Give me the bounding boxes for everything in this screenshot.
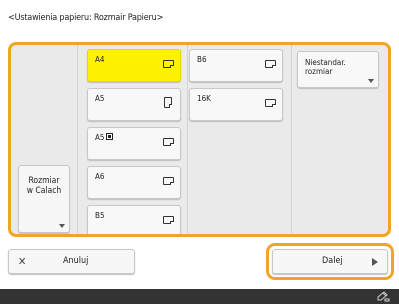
status-bar (0, 289, 399, 304)
paper-size-label: A6 (95, 172, 105, 181)
menu-indicator-icon (368, 79, 374, 83)
close-icon: ✕ (18, 255, 27, 268)
landscape-paper-icon (163, 60, 174, 68)
arrow-right-icon (372, 258, 378, 266)
next-button[interactable]: Dalej (272, 249, 388, 274)
landscape-paper-icon (265, 99, 276, 107)
paper-size-label: B5 (95, 211, 105, 220)
paper-size-a5-portrait-button[interactable]: A5 (87, 88, 181, 121)
inch-size-label: Rozmiar w Calach (26, 176, 62, 196)
column-divider (77, 45, 78, 234)
paper-size-b6-button[interactable]: B6 (189, 49, 283, 82)
paper-size-label: A5 (95, 94, 105, 103)
landscape-paper-icon (163, 216, 174, 224)
landscape-paper-icon (163, 177, 174, 185)
paper-size-label: 16K (197, 94, 211, 103)
pencil-icon[interactable] (376, 291, 390, 302)
landscape-paper-icon (265, 60, 276, 68)
paper-size-panel: Rozmiar w Calach A4 A5 A5 A6 B5 B6 16K N… (8, 42, 391, 237)
next-label: Dalej (322, 256, 343, 266)
menu-indicator-icon (59, 224, 65, 228)
cancel-label: Anuluj (63, 256, 89, 266)
paper-size-a5-landscape-button[interactable]: A5 (87, 127, 181, 160)
paper-size-b5-button[interactable]: B5 (87, 205, 181, 234)
paper-size-16k-button[interactable]: 16K (189, 88, 283, 121)
paper-size-a6-button[interactable]: A6 (87, 166, 181, 199)
paper-size-label: A5 (95, 133, 113, 142)
column-divider (291, 45, 292, 234)
custom-size-button[interactable]: Niestandar. rozmiar (297, 51, 379, 88)
landscape-paper-icon (163, 138, 174, 146)
portrait-paper-icon (164, 97, 172, 108)
custom-size-label: Niestandar. rozmiar (305, 58, 346, 76)
cancel-button[interactable]: ✕ Anuluj (8, 249, 135, 274)
paper-size-a4-button[interactable]: A4 (87, 49, 181, 82)
next-button-focus-ring: Dalej (266, 243, 394, 280)
page-title: <Ustawienia papieru: Rozmair Papieru> (8, 13, 164, 23)
box-icon (105, 133, 113, 140)
column-divider (187, 45, 188, 234)
inch-size-button[interactable]: Rozmiar w Calach (18, 165, 70, 233)
paper-size-label: B6 (197, 55, 207, 64)
paper-size-label: A4 (95, 55, 105, 64)
